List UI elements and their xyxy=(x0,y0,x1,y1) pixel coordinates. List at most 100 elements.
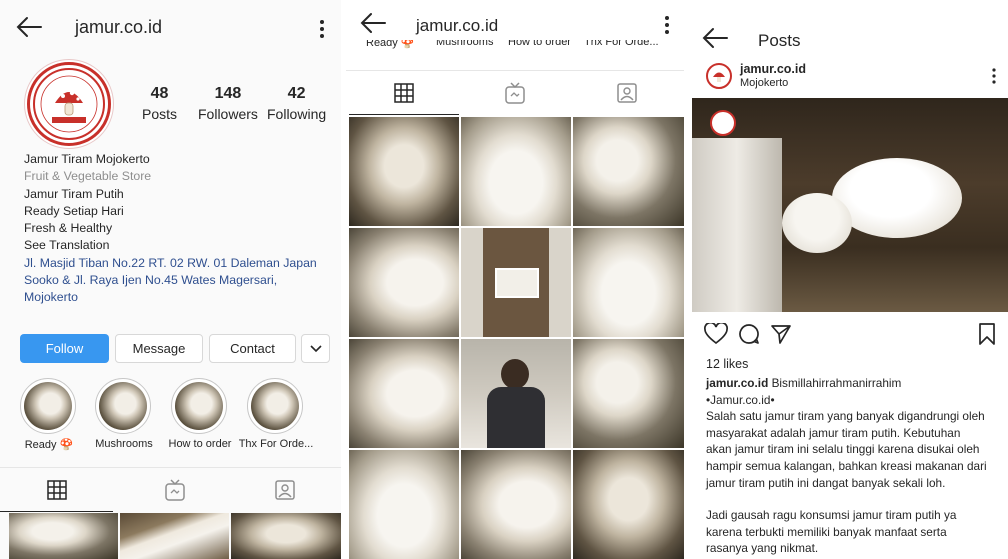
watermark-logo xyxy=(710,110,736,136)
more-options-icon[interactable] xyxy=(319,19,325,39)
mushroom-cluster xyxy=(782,193,852,253)
tab-grid[interactable] xyxy=(0,468,113,512)
highlight-label[interactable]: Thx For Orde... xyxy=(584,40,659,48)
followers-count[interactable]: 148 Followers xyxy=(198,85,258,122)
caption-first-line: Bismillahirrahmanirrahim xyxy=(771,376,902,390)
caption-line: jamur tiram putih ini dangat banyak seka… xyxy=(706,475,946,490)
posts-count[interactable]: 48 Posts xyxy=(142,85,177,122)
tab-tagged[interactable] xyxy=(228,468,341,512)
post-thumbnail[interactable] xyxy=(349,228,459,337)
photo-frame xyxy=(495,268,539,298)
post-thumbnail[interactable] xyxy=(461,117,571,226)
page-title: Posts xyxy=(758,31,801,50)
grid-tabs xyxy=(346,70,684,115)
post-thumbnail[interactable] xyxy=(120,513,229,559)
profile-bio: Jamur Tiram Mojokerto Fruit & Vegetable … xyxy=(24,151,334,307)
comment-icon[interactable] xyxy=(738,323,760,345)
story-highlight[interactable]: Thx For Orde... xyxy=(239,378,313,450)
profile-tabs xyxy=(0,467,341,512)
bookmark-icon[interactable] xyxy=(978,323,996,345)
post-location[interactable]: Mojokerto xyxy=(740,77,788,89)
chevron-down-icon xyxy=(309,344,322,353)
highlight-label[interactable]: Ready 🍄 xyxy=(366,40,415,49)
story-highlight[interactable]: Ready 🍄 xyxy=(20,378,78,451)
tagged-person-icon xyxy=(274,480,295,500)
igtv-icon xyxy=(505,82,525,104)
caption-spacer xyxy=(706,491,1002,507)
bio-line: Jamur Tiram Putih xyxy=(24,186,124,201)
see-translation-link[interactable]: See Translation xyxy=(24,237,334,254)
post-thumbnail[interactable] xyxy=(349,117,459,226)
profile-screen: jamur.co.id 48 Posts 148 Followers 42 Fo… xyxy=(0,0,341,559)
highlight-cover xyxy=(175,382,223,430)
caption-line: hampir semua kalangan, bahkan kreasi mak… xyxy=(706,458,987,473)
post-author-avatar[interactable] xyxy=(706,63,732,89)
post-thumbnail[interactable] xyxy=(573,339,684,448)
profile-name: Jamur Tiram Mojokerto xyxy=(24,152,150,166)
mushroom-logo-icon xyxy=(713,72,725,82)
post-thumbnail[interactable] xyxy=(349,450,459,559)
tab-tagged[interactable] xyxy=(572,71,682,115)
grid-screen: jamur.co.id Ready 🍄 Mushrooms How to ord… xyxy=(346,0,684,559)
caption-line: masyarakat adalah jamur tiram putih. Keb… xyxy=(706,425,961,440)
contact-button[interactable]: Contact xyxy=(209,334,296,363)
post-thumbnail[interactable] xyxy=(461,228,571,337)
post-author-username[interactable]: jamur.co.id xyxy=(740,62,806,76)
suggested-dropdown-button[interactable] xyxy=(301,334,330,363)
highlight-cover xyxy=(251,382,299,430)
caption-line: Jadi gausah ragu konsumsi jamur tiram pu… xyxy=(706,508,957,523)
igtv-icon xyxy=(164,479,185,501)
more-options-icon[interactable] xyxy=(664,15,670,35)
tab-igtv[interactable] xyxy=(460,71,570,115)
story-highlight[interactable]: How to order xyxy=(169,378,231,450)
tagged-person-icon xyxy=(617,83,637,103)
bio-line: Ready Setiap Hari xyxy=(24,203,124,218)
person-body xyxy=(487,387,545,448)
profile-category: Fruit & Vegetable Store xyxy=(24,169,152,184)
post-thumbnail[interactable] xyxy=(461,339,571,448)
grid-icon xyxy=(394,82,414,103)
back-arrow-icon[interactable] xyxy=(360,12,388,36)
bio-line: Fresh & Healthy xyxy=(24,221,113,236)
post-screen: Posts jamur.co.id Mojokerto 12 likes jam… xyxy=(692,0,1008,559)
caption-line: akan jamur tiram ini selalu tinggi karen… xyxy=(706,442,980,457)
caption-line: karena terbukti memiliki banyak manfaat … xyxy=(706,524,947,539)
highlight-label[interactable]: How to order xyxy=(508,40,571,48)
post-photo[interactable] xyxy=(692,98,1008,312)
heart-icon[interactable] xyxy=(704,323,728,345)
profile-avatar[interactable] xyxy=(27,62,111,146)
caption-username[interactable]: jamur.co.id xyxy=(706,376,768,390)
highlight-label[interactable]: Mushrooms xyxy=(436,40,493,48)
grid-icon xyxy=(46,479,67,500)
back-arrow-icon[interactable] xyxy=(702,27,730,51)
caption-line: rasanya yang nikmat. xyxy=(706,541,819,556)
back-arrow-icon[interactable] xyxy=(16,16,44,40)
post-caption: jamur.co.id Bismillahirrahmanirrahim •Ja… xyxy=(706,375,1002,557)
profile-username: jamur.co.id xyxy=(75,17,163,37)
highlight-cover xyxy=(99,382,147,430)
follow-button[interactable]: Follow xyxy=(20,334,109,363)
post-thumbnail[interactable] xyxy=(573,450,684,559)
address-link[interactable]: Jl. Masjid Tiban No.22 RT. 02 RW. 01 Dal… xyxy=(24,255,334,307)
post-thumbnail[interactable] xyxy=(231,513,341,559)
caption-line: Salah satu jamur tiram yang banyak digan… xyxy=(706,409,985,424)
likes-count[interactable]: 12 likes xyxy=(706,357,748,371)
story-highlight[interactable]: Mushrooms xyxy=(95,378,153,450)
grid-username: jamur.co.id xyxy=(416,16,499,35)
highlight-labels-row: Ready 🍄 Mushrooms How to order Thx For O… xyxy=(346,40,684,56)
mushroom-logo-icon xyxy=(33,68,105,140)
post-thumbnail[interactable] xyxy=(573,117,684,226)
post-thumbnail[interactable] xyxy=(461,450,571,559)
tab-igtv[interactable] xyxy=(118,468,231,512)
post-thumbnail[interactable] xyxy=(349,339,459,448)
more-options-icon[interactable] xyxy=(991,68,997,88)
post-thumbnail[interactable] xyxy=(573,228,684,337)
tab-grid[interactable] xyxy=(349,71,459,115)
post-thumbnail[interactable] xyxy=(9,513,118,559)
following-count[interactable]: 42 Following xyxy=(267,85,326,122)
message-button[interactable]: Message xyxy=(115,334,203,363)
person-head xyxy=(501,359,529,389)
highlight-cover xyxy=(24,382,72,430)
grow-bag xyxy=(692,138,782,312)
share-icon[interactable] xyxy=(770,323,792,345)
